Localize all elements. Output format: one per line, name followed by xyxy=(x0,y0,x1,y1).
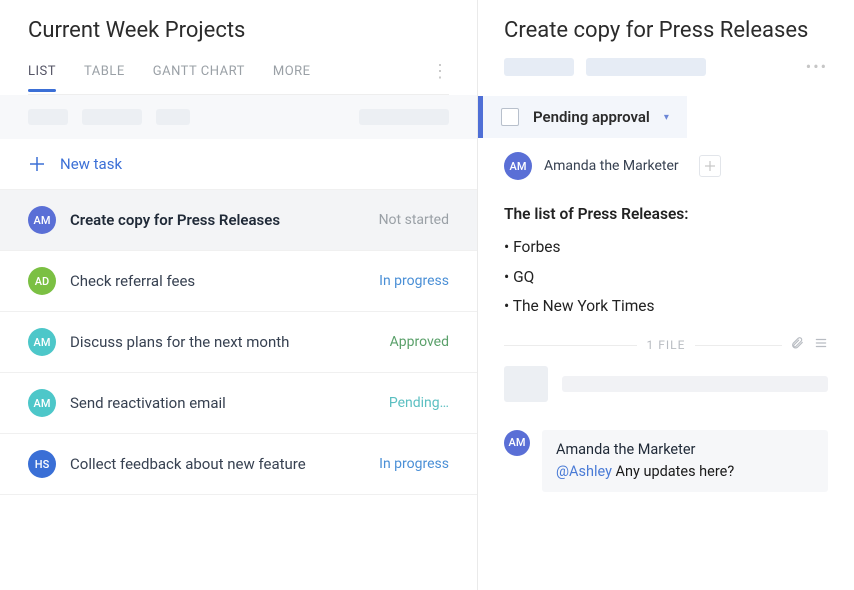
description-item: • GQ xyxy=(504,263,828,292)
assignee-row: AM Amanda the Marketer xyxy=(478,138,854,194)
chevron-down-icon[interactable]: ▾ xyxy=(664,112,669,123)
task-status: Approved xyxy=(390,334,449,350)
assignee-name: Amanda the Marketer xyxy=(544,158,679,174)
list-icon[interactable] xyxy=(814,336,828,354)
attachment-thumbnail xyxy=(504,366,548,402)
attachment-preview[interactable] xyxy=(478,352,854,422)
placeholder xyxy=(82,109,142,125)
plus-icon xyxy=(28,155,46,173)
tab-more[interactable]: MORE xyxy=(273,64,311,91)
task-title: Create copy for Press Releases xyxy=(70,211,365,229)
placeholder xyxy=(359,109,449,125)
file-count-label: 1 FILE xyxy=(637,338,696,352)
task-list: AM Create copy for Press Releases Not star… xyxy=(0,190,477,495)
placeholder xyxy=(156,109,190,125)
task-status: Not started xyxy=(379,212,449,228)
attachments-divider: 1 FILE xyxy=(478,338,854,352)
task-status: In progress xyxy=(379,456,449,472)
task-status: In progress xyxy=(379,273,449,289)
task-avatar: HS xyxy=(28,450,56,478)
placeholder xyxy=(586,58,706,76)
task-title: Discuss plans for the next month xyxy=(70,333,376,351)
more-icon[interactable]: ⋮ xyxy=(431,61,449,94)
placeholder xyxy=(28,109,68,125)
paperclip-icon[interactable] xyxy=(790,336,804,354)
comment-author: Amanda the Marketer xyxy=(556,440,814,460)
assignee-avatar[interactable]: AM xyxy=(504,152,532,180)
task-row[interactable]: AM Send reactivation email Pending… xyxy=(0,373,477,434)
task-avatar: AM xyxy=(28,328,56,356)
task-row[interactable]: HS Collect feedback about new feature In p… xyxy=(0,434,477,495)
new-task-label: New task xyxy=(60,155,122,173)
complete-checkbox[interactable] xyxy=(501,108,519,126)
task-row[interactable]: AM Create copy for Press Releases Not star… xyxy=(0,190,477,251)
tab-list[interactable]: LIST xyxy=(28,64,56,91)
placeholder xyxy=(504,58,574,76)
new-task-button[interactable]: New task xyxy=(0,139,477,190)
task-row[interactable]: AD Check referral fees In progress xyxy=(0,251,477,312)
comment-avatar[interactable]: AM xyxy=(504,430,530,456)
status-label: Pending approval xyxy=(533,108,650,126)
comment: AM Amanda the Marketer @Ashley Any updat… xyxy=(478,422,854,509)
more-icon[interactable]: ••• xyxy=(806,57,828,76)
task-description: The list of Press Releases: • Forbes• GQ… xyxy=(478,194,854,338)
task-title: Collect feedback about new feature xyxy=(70,455,365,473)
task-detail-title: Create copy for Press Releases xyxy=(504,18,828,43)
task-avatar: AD xyxy=(28,267,56,295)
filter-bar xyxy=(0,95,477,139)
description-item: • Forbes xyxy=(504,233,828,262)
task-title: Send reactivation email xyxy=(70,394,375,412)
description-heading: The list of Press Releases: xyxy=(504,200,828,229)
task-avatar: AM xyxy=(28,389,56,417)
task-row[interactable]: AM Discuss plans for the next month Approv… xyxy=(0,312,477,373)
add-assignee-button[interactable] xyxy=(699,155,721,177)
page-title: Current Week Projects xyxy=(28,18,449,43)
description-item: • The New York Times xyxy=(504,292,828,321)
view-tabs: LIST TABLE GANTT CHART MORE ⋮ xyxy=(28,61,449,95)
comment-body: Amanda the Marketer @Ashley Any updates … xyxy=(542,430,828,493)
comment-text: @Ashley Any updates here? xyxy=(556,462,814,482)
task-avatar: AM xyxy=(28,206,56,234)
status-row: Pending approval ▾ xyxy=(478,96,854,138)
tab-table[interactable]: TABLE xyxy=(84,64,125,91)
placeholder xyxy=(562,376,828,392)
tab-gantt-chart[interactable]: GANTT CHART xyxy=(153,64,245,91)
mention[interactable]: @Ashley xyxy=(556,463,612,480)
task-status: Pending… xyxy=(389,395,449,411)
task-title: Check referral fees xyxy=(70,272,365,290)
